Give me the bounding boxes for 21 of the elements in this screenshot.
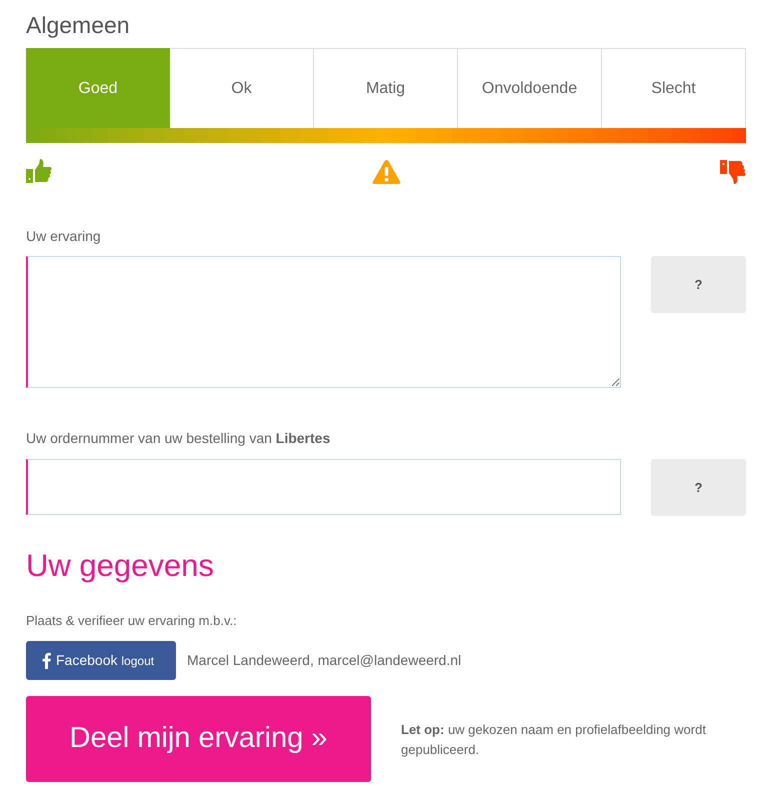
section-title: Algemeen: [26, 11, 131, 40]
field-label: Uw ordernummer van uw bestelling van Libertes: [26, 429, 332, 448]
rating-tab[interactable]: Matig: [314, 48, 458, 128]
experience-textarea[interactable]: [26, 256, 621, 388]
rating-tab[interactable]: Onvoldoende: [458, 48, 602, 128]
field-label: Uw ervaring: [26, 227, 102, 246]
order-number-input[interactable]: [26, 459, 621, 515]
user-name-email: Marcel Landeweerd, marcel@landeweerd.nl: [187, 651, 462, 670]
thumbs-down-icon: [720, 159, 746, 184]
help-button[interactable]: ?: [651, 459, 746, 516]
thumbs-up-icon: [26, 159, 52, 184]
rating-tab[interactable]: Ok: [170, 48, 314, 128]
facebook-button[interactable]: Facebook logout: [26, 641, 176, 680]
publish-note: Let op: uw gekozen naam en profielafbeelding wordt gepubliceerd.: [401, 721, 707, 759]
section-title: Uw gegevens: [26, 548, 215, 584]
submit-button[interactable]: Deel mijn ervaring »: [26, 696, 371, 782]
verify-label: Plaats & verifieer uw ervaring m.b.v.:: [26, 612, 238, 630]
rating-tab[interactable]: Slecht: [602, 48, 746, 128]
help-button[interactable]: ?: [651, 256, 746, 313]
facebook-f-icon: [42, 652, 51, 669]
warning-icon: [372, 158, 400, 184]
